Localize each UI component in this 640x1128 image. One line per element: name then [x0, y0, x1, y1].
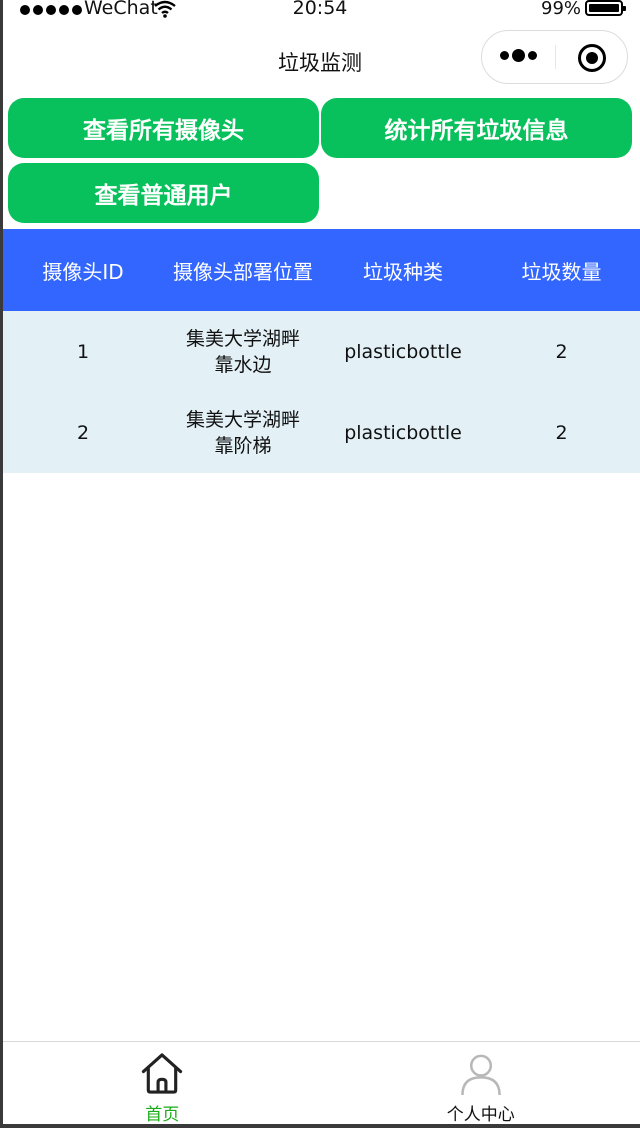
table-header: 摄像头ID 摄像头部署位置 垃圾种类 垃圾数量	[3, 229, 640, 311]
user-icon	[460, 1054, 501, 1096]
tab-home-label: 首页	[145, 1105, 180, 1125]
battery-percentage: 99%	[541, 0, 582, 19]
battery-icon	[585, 0, 626, 16]
cell-camera-location: 集美大学湖畔靠阶梯	[185, 408, 300, 457]
cell-garbage-type: plasticbottle	[344, 421, 462, 444]
tab-bar: 首页 个人中心	[3, 1041, 640, 1125]
window-frame-bottom	[0, 1124, 640, 1128]
tab-profile[interactable]: 个人中心	[322, 1042, 640, 1125]
tab-home[interactable]: 首页	[3, 1042, 322, 1125]
view-all-cameras-button[interactable]: 查看所有摄像头	[8, 98, 319, 158]
window-frame-left	[0, 0, 3, 1128]
cell-garbage-type: plasticbottle	[344, 340, 462, 363]
cell-camera-id: 1	[76, 340, 90, 363]
header-camera-location: 摄像头部署位置	[173, 259, 313, 284]
cell-garbage-count: 2	[555, 340, 568, 363]
cell-garbage-count: 2	[555, 421, 568, 444]
header-garbage-type: 垃圾种类	[363, 259, 443, 284]
close-mini-program-icon[interactable]	[578, 44, 606, 72]
more-options-icon[interactable]	[500, 49, 537, 62]
garbage-statistics-button[interactable]: 统计所有垃圾信息	[321, 98, 632, 158]
cell-camera-location: 集美大学湖畔靠水边	[185, 327, 300, 376]
status-bar: WeChat 20:54 99%	[0, 0, 640, 20]
home-icon	[142, 1053, 183, 1094]
cell-camera-id: 2	[76, 421, 90, 444]
header-garbage-count: 垃圾数量	[521, 259, 602, 284]
mini-program-capsule	[481, 30, 628, 84]
table-row: 1 集美大学湖畔靠水边 plasticbottle 2	[3, 311, 640, 392]
garbage-table: 摄像头ID 摄像头部署位置 垃圾种类 垃圾数量 1 集美大学湖畔靠水边 plas…	[3, 229, 640, 473]
table-row: 2 集美大学湖畔靠阶梯 plasticbottle 2	[3, 392, 640, 473]
tab-profile-label: 个人中心	[446, 1105, 515, 1125]
view-users-button[interactable]: 查看普通用户	[8, 163, 319, 223]
header-camera-id: 摄像头ID	[42, 259, 124, 284]
table-body: 1 集美大学湖畔靠水边 plasticbottle 2 2 集美大学湖畔靠阶梯 …	[3, 311, 640, 473]
capsule-divider	[555, 45, 556, 69]
